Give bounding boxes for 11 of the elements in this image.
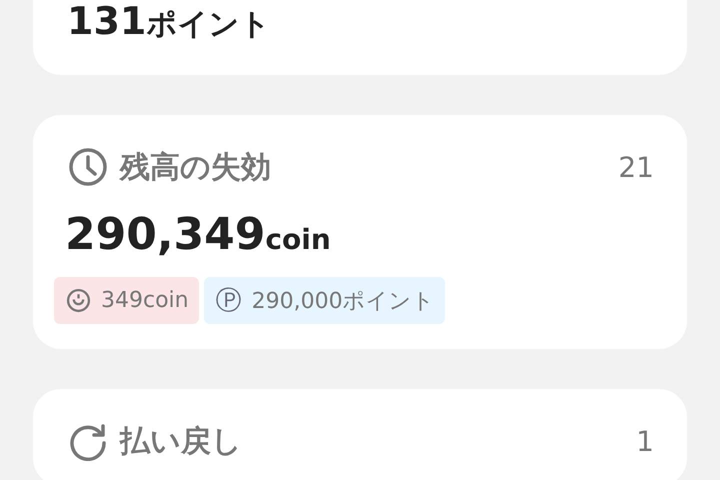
tag-text: 290,000ポイント [252,288,435,316]
coin-icon [66,288,91,313]
balance-amount: 290,349coin [64,209,332,261]
point-icon: Ⓟ [216,283,242,318]
card-title: 払い戻し [120,422,243,460]
points-amount: 131ポイント [67,0,272,45]
count-label: 1 [636,424,654,458]
count-label: 21 [618,150,654,184]
card-title: 残高の失効 [120,148,272,186]
clock-icon [68,147,108,187]
tag-text: 349coin [101,288,189,313]
